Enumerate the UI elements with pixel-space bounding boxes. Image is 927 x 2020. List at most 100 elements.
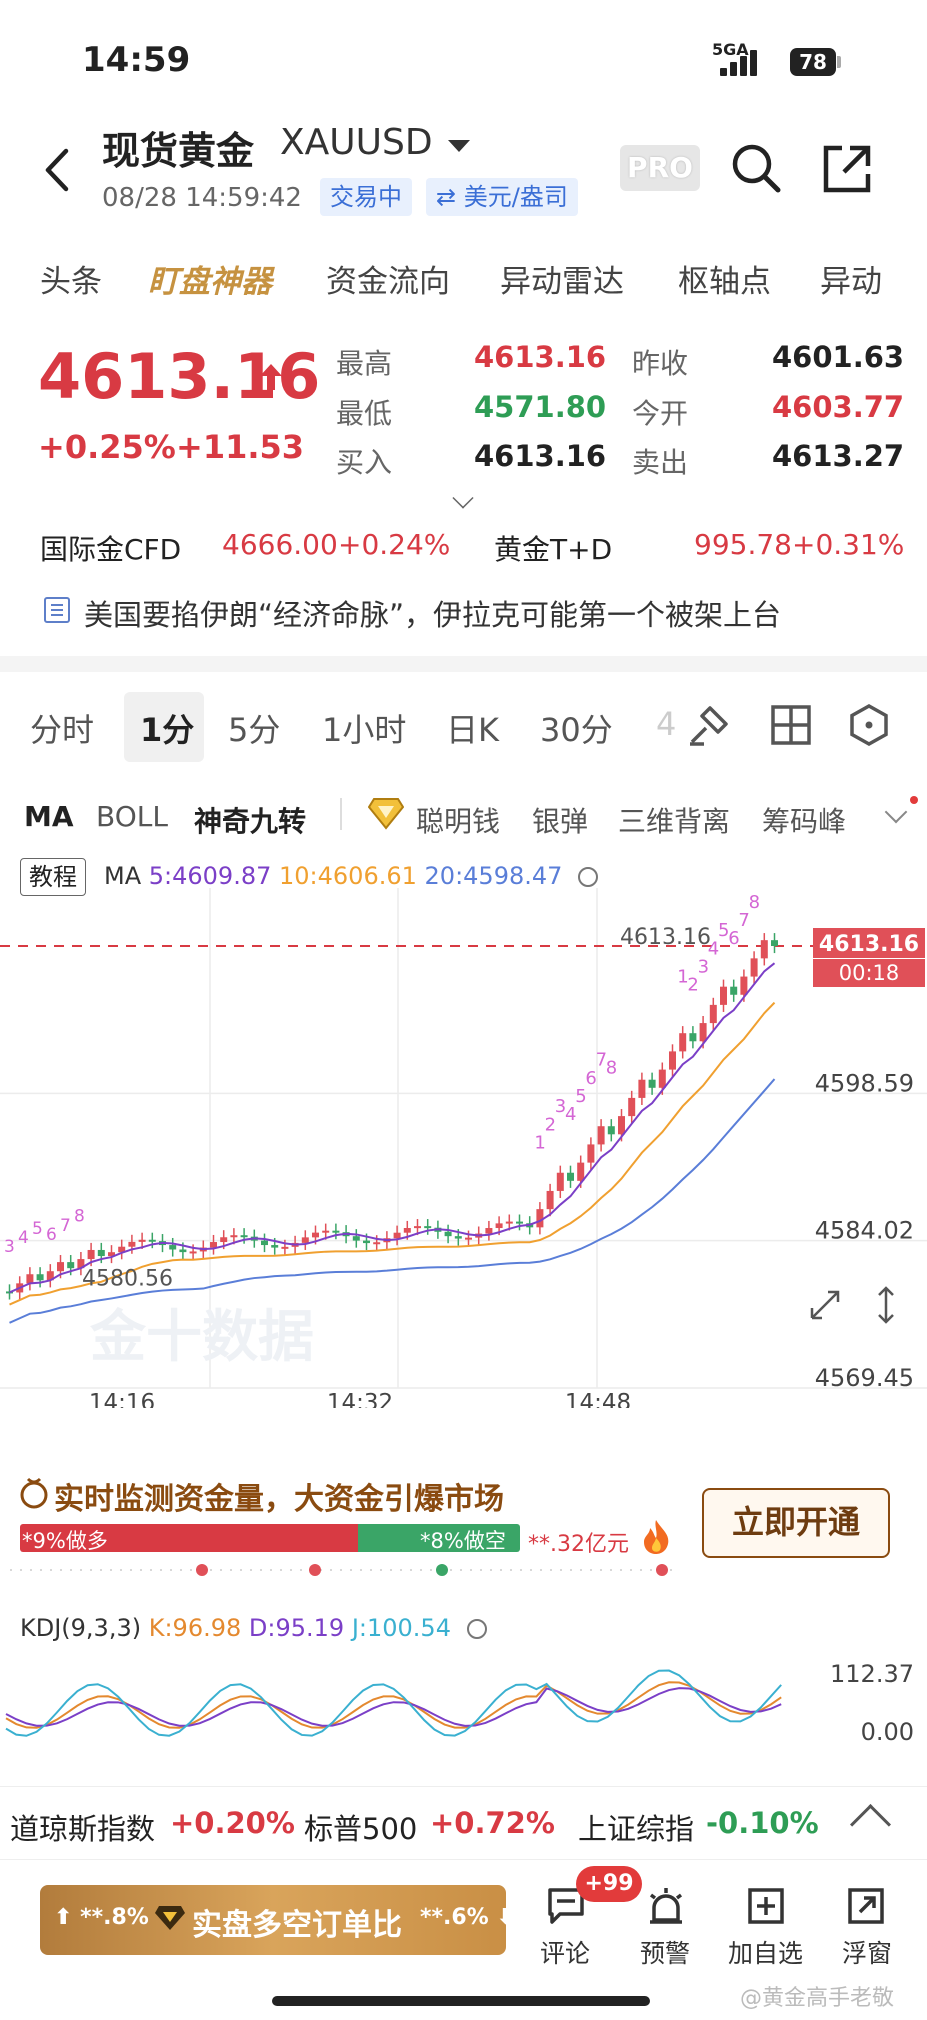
tutorial-button[interactable]: 教程 (20, 858, 86, 896)
ref-price-td: 995.78 (694, 528, 792, 561)
activate-button[interactable]: 立即开通 (702, 1488, 890, 1558)
comment-count-badge: +99 (576, 1866, 642, 1902)
period-tab-1m[interactable]: 1分 (140, 705, 194, 751)
kdj-title: KDJ(9,3,3) (20, 1614, 142, 1642)
candle-body (414, 1226, 421, 1229)
share-icon[interactable] (820, 142, 874, 196)
low-marker: 4580.56 (82, 1267, 173, 1292)
nine-count: 4 (565, 1104, 576, 1125)
nine-count: 2 (545, 1114, 556, 1135)
bid-value: 4613.16 (474, 439, 607, 473)
indicator-tab-ma[interactable]: MA (24, 800, 74, 833)
news-headline[interactable]: 美国要掐伊朗“经济命脉”，伊拉克可能第一个被架上台 (84, 592, 781, 634)
candle-body (36, 1274, 44, 1281)
tab-pivot[interactable]: 枢轴点 (678, 256, 771, 301)
symbol-selector[interactable]: XAUUSD (280, 122, 433, 163)
candle-body (699, 1023, 707, 1042)
indicator-tab-boll[interactable]: BOLL (96, 800, 168, 833)
float-label[interactable]: 浮窗 (842, 1934, 892, 1970)
alert-label[interactable]: 预警 (640, 1934, 690, 1970)
nine-count: 4 (18, 1228, 29, 1248)
period-tab-30m[interactable]: 30分 (540, 705, 613, 751)
low-label: 最低 (336, 397, 393, 430)
indicator-tab-magic-nine[interactable]: 神奇九转 (194, 800, 306, 840)
bid-label: 买入 (336, 446, 393, 479)
watchlist-label[interactable]: 加自选 (728, 1934, 803, 1970)
expand-chevron-icon[interactable] (452, 487, 474, 509)
tab-radar[interactable]: 异动雷达 (500, 256, 624, 301)
tab-capital-flow[interactable]: 资金流向 (326, 256, 450, 301)
kdj-settings-icon[interactable] (466, 1619, 487, 1639)
alarm-icon[interactable] (646, 1886, 686, 1926)
candle-body (424, 1226, 432, 1229)
candle-body (312, 1232, 319, 1238)
period-tab-timeshare[interactable]: 分时 (30, 705, 94, 751)
ref-name-td[interactable]: 黄金T+D (494, 528, 612, 568)
ref-name-cfd[interactable]: 国际金CFD (40, 528, 181, 568)
layout-grid-icon[interactable] (768, 702, 814, 748)
high-value: 4613.16 (474, 340, 607, 374)
kdj-d-line (5, 1687, 782, 1727)
index-name-shanghai[interactable]: 上证综指 (578, 1806, 694, 1848)
pro-button[interactable]: PRO (620, 145, 700, 191)
candle-body (607, 1126, 615, 1135)
comment-label[interactable]: 评论 (540, 1934, 590, 1970)
nine-count: 3 (4, 1237, 15, 1257)
low-value: 4571.80 (474, 390, 607, 424)
candle-body (210, 1242, 217, 1248)
chevron-down-icon[interactable] (448, 140, 470, 152)
chart-watermark: 金十数据 (89, 1305, 314, 1368)
open-value: 4603.77 (772, 390, 905, 424)
candle-body (720, 986, 727, 1005)
back-button[interactable] (38, 145, 78, 195)
add-watchlist-icon[interactable] (746, 1886, 786, 1926)
ma-settings-icon[interactable] (578, 867, 599, 887)
period-tab-1h[interactable]: 1小时 (322, 705, 406, 751)
candle-body (516, 1221, 523, 1224)
fullscreen-icon (810, 1290, 840, 1320)
tab-monitor[interactable]: 盯盘神器 (148, 256, 272, 301)
unit-badge[interactable]: ⇄ 美元/盎司 (426, 178, 578, 216)
ma5-line (9, 962, 776, 1294)
diamond-icon (154, 1904, 186, 1932)
signal-icon: 5GA (712, 40, 772, 76)
period-tab-more[interactable]: 4 (656, 705, 676, 743)
indicator-tab-smart-money[interactable]: 聪明钱 (416, 800, 500, 840)
period-tab-5m[interactable]: 5分 (228, 705, 280, 751)
indicator-tab-silver-bullet[interactable]: 银弹 (532, 800, 588, 840)
tab-anomaly[interactable]: 异动 (820, 256, 882, 301)
search-icon[interactable] (728, 140, 784, 196)
candle-body (189, 1251, 197, 1254)
quote-datetime: 08/28 14:59:42 (102, 183, 302, 213)
arrow-up-icon (258, 362, 284, 392)
home-indicator (272, 1996, 650, 2006)
settings-hex-icon[interactable] (846, 702, 892, 748)
candle-body (740, 976, 748, 995)
float-window-icon[interactable] (846, 1886, 886, 1926)
candle-body (444, 1231, 452, 1237)
tab-headlines[interactable]: 头条 (40, 256, 102, 301)
kdj-chart[interactable]: 112.37 0.00 (0, 1648, 927, 1768)
candle-body (669, 1051, 676, 1070)
index-name-sp500[interactable]: 标普500 (304, 1806, 417, 1848)
kdj-j: J:100.54 (351, 1614, 451, 1642)
nine-count: 8 (749, 892, 760, 913)
promo-title: 实盘多空订单比 (192, 1908, 402, 1943)
index-name-dow[interactable]: 道琼斯指数 (10, 1806, 155, 1848)
candle-body (689, 1033, 697, 1042)
x-axis-label: 14:48 (565, 1390, 631, 1408)
nine-count: 6 (46, 1225, 57, 1245)
period-tab-daily[interactable]: 日K (446, 705, 499, 751)
chevron-down-icon[interactable] (884, 800, 908, 824)
candle-body (332, 1230, 340, 1233)
indicator-tab-chip-peak[interactable]: 筹码峰 (762, 800, 846, 840)
candle-body (658, 1069, 666, 1088)
kdj-lines-layer (5, 1669, 782, 1737)
indicator-tab-3d-divergence[interactable]: 三维背离 (618, 800, 730, 840)
vertical-scale-icon (878, 1286, 894, 1324)
ask-label: 卖出 (632, 446, 689, 479)
candlestick-chart[interactable]: 金十数据 3456781234567812345678 4613.164598.… (0, 848, 927, 1408)
nine-count: 5 (575, 1086, 586, 1107)
candle-body (261, 1240, 268, 1246)
draw-tool-icon[interactable] (686, 702, 732, 748)
